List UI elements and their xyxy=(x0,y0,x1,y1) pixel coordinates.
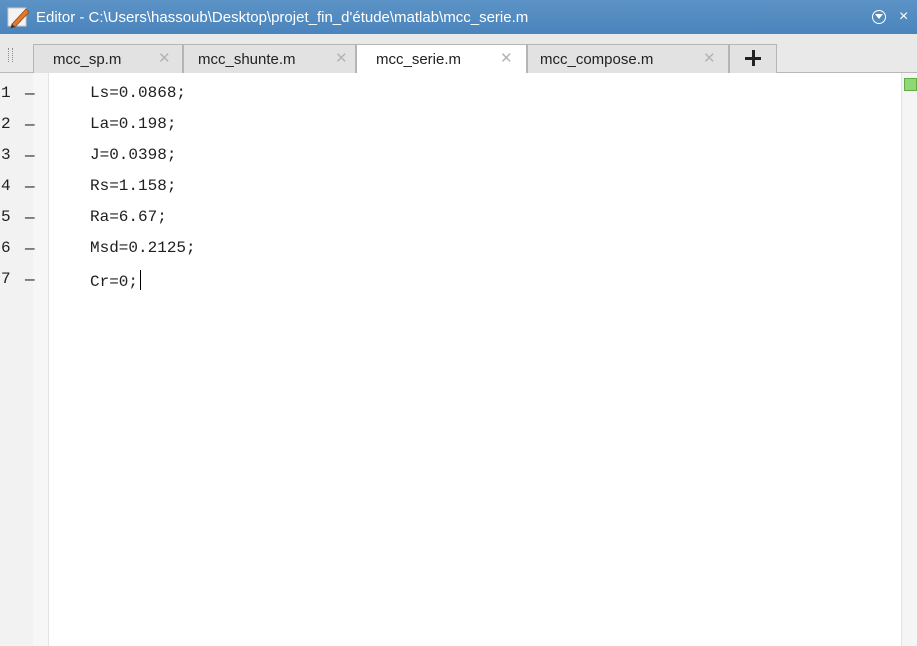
code-text[interactable]: Ls=0.0868; xyxy=(90,84,186,102)
circle-chevron-down-icon[interactable] xyxy=(872,10,886,24)
code-line[interactable]: 2 — La=0.198; xyxy=(0,108,901,139)
executable-line-marker[interactable]: — xyxy=(25,271,35,289)
code-text[interactable]: Msd=0.2125; xyxy=(90,239,196,257)
close-tab-icon[interactable]: ✕ xyxy=(335,49,348,67)
tab-mcc-shunte[interactable]: mcc_shunte.m ✕ xyxy=(183,44,356,73)
executable-line-marker[interactable]: — xyxy=(25,85,35,103)
new-tab-button[interactable] xyxy=(729,44,777,73)
tab-label: mcc_serie.m xyxy=(376,51,462,68)
tab-mcc-sp[interactable]: mcc_sp.m ✕ xyxy=(33,44,183,73)
tab-label: mcc_sp.m xyxy=(53,50,122,68)
code-line[interactable]: 5 — Ra=6.67; xyxy=(0,201,901,232)
close-window-icon[interactable]: × xyxy=(899,7,908,27)
tab-mcc-compose[interactable]: mcc_compose.m ✕ xyxy=(527,44,729,73)
window-title: Editor - C:\Users\hassoub\Desktop\projet… xyxy=(36,8,529,26)
line-number: 1 xyxy=(1,84,11,102)
editor-titlebar: Editor - C:\Users\hassoub\Desktop\projet… xyxy=(0,0,917,34)
code-text[interactable]: La=0.198; xyxy=(90,115,176,133)
code-line[interactable]: 1 — Ls=0.0868; xyxy=(0,77,901,108)
close-tab-icon[interactable]: ✕ xyxy=(500,49,513,67)
edit-pencil-icon xyxy=(7,7,30,29)
line-number: 3 xyxy=(1,146,11,164)
code-text[interactable]: Cr=0; xyxy=(90,273,138,291)
code-line[interactable]: 3 — J=0.0398; xyxy=(0,139,901,170)
line-number: 5 xyxy=(1,208,11,226)
tab-label: mcc_compose.m xyxy=(540,50,654,68)
tab-bar: mcc_sp.m ✕ mcc_shunte.m ✕ mcc_serie.m ✕ … xyxy=(0,34,917,74)
executable-line-marker[interactable]: — xyxy=(25,209,35,227)
code-line[interactable]: 7 — Cr=0; xyxy=(0,263,901,294)
code-text-active[interactable]: Cr=0; xyxy=(90,270,142,291)
code-text[interactable]: Rs=1.158; xyxy=(90,177,176,195)
code-line[interactable]: 6 — Msd=0.2125; xyxy=(0,232,901,263)
executable-line-marker[interactable]: — xyxy=(25,178,35,196)
executable-line-marker[interactable]: — xyxy=(25,116,35,134)
executable-line-marker[interactable]: — xyxy=(25,147,35,165)
code-analyzer-status-indicator[interactable] xyxy=(904,78,917,91)
tab-label: mcc_shunte.m xyxy=(198,50,296,68)
code-analyzer-bar xyxy=(901,73,917,646)
code-text[interactable]: J=0.0398; xyxy=(90,146,176,164)
line-number: 4 xyxy=(1,177,11,195)
plus-icon xyxy=(745,50,761,66)
line-number: 2 xyxy=(1,115,11,133)
tab-mcc-serie[interactable]: mcc_serie.m ✕ xyxy=(356,44,527,74)
close-tab-icon[interactable]: ✕ xyxy=(703,49,716,67)
executable-line-marker[interactable]: — xyxy=(25,240,35,258)
line-number: 6 xyxy=(1,239,11,257)
code-text[interactable]: Ra=6.67; xyxy=(90,208,167,226)
drag-grip-icon[interactable] xyxy=(8,48,13,62)
text-cursor xyxy=(140,270,142,290)
line-number: 7 xyxy=(1,270,11,288)
close-tab-icon[interactable]: ✕ xyxy=(158,49,171,67)
code-line[interactable]: 4 — Rs=1.158; xyxy=(0,170,901,201)
